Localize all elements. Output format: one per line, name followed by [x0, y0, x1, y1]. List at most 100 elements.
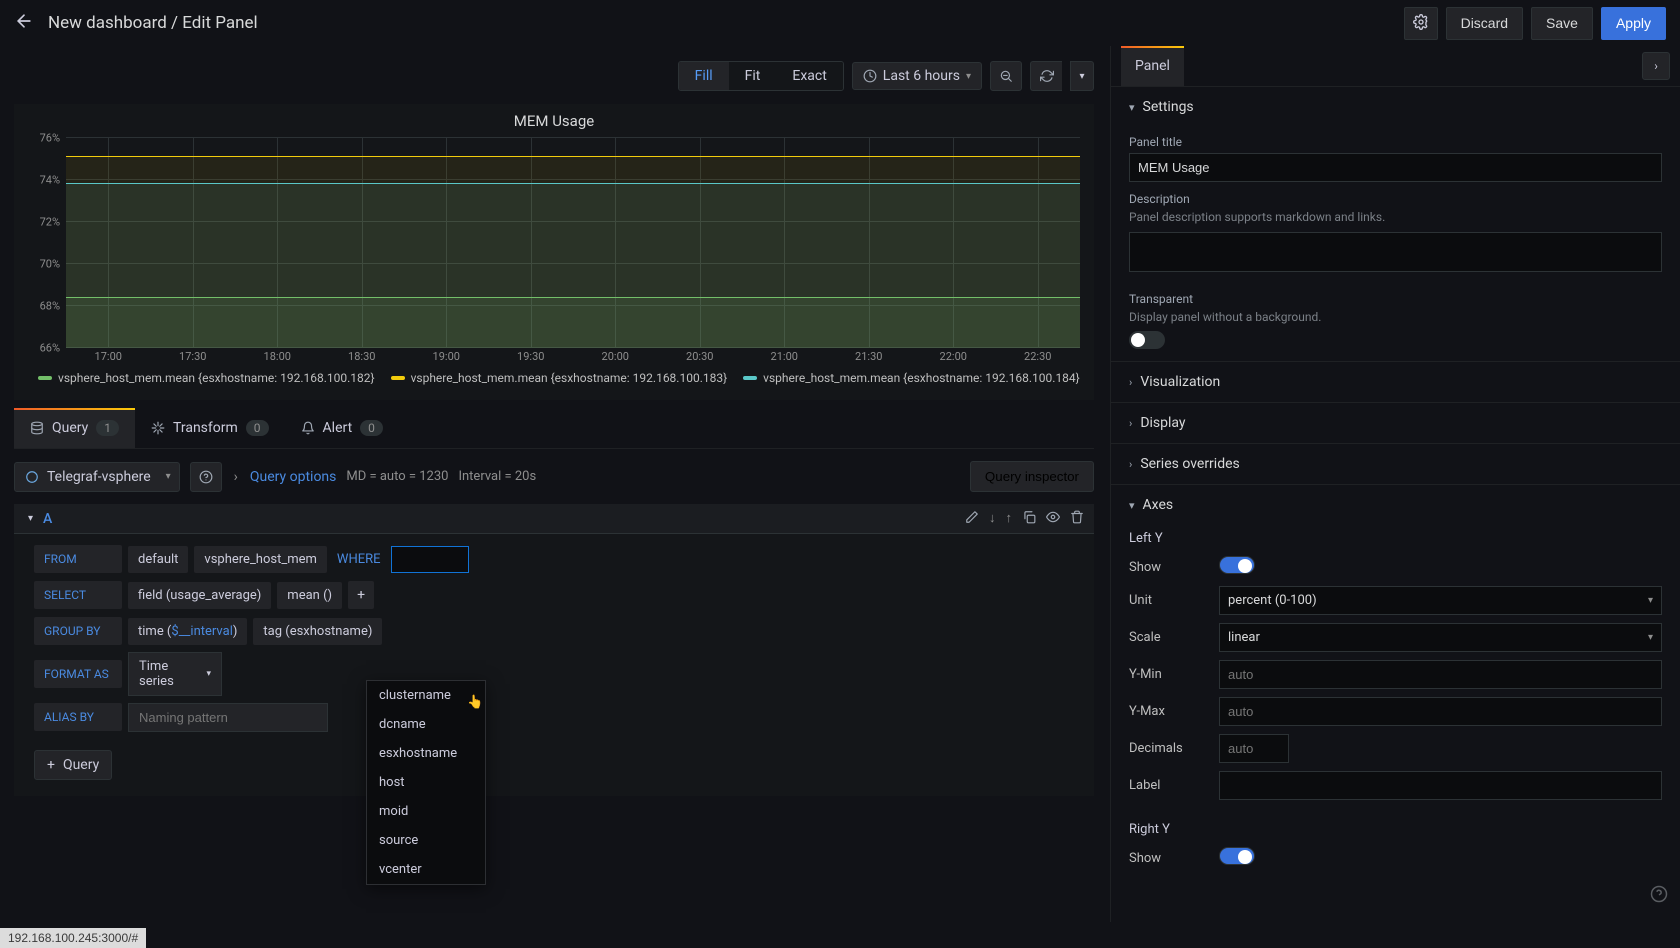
description-textarea[interactable]	[1129, 232, 1662, 272]
panel-tab-panel[interactable]: Panel	[1121, 46, 1184, 86]
query-letter: A	[43, 511, 52, 527]
dropdown-item-source[interactable]: source	[367, 826, 485, 855]
where-tag-input[interactable]	[391, 546, 469, 573]
section-series-overrides-head[interactable]: ›Series overrides	[1129, 456, 1662, 472]
top-right: Discard Save Apply	[1404, 7, 1666, 40]
left-y-show-toggle[interactable]	[1219, 556, 1255, 574]
section-axes-head[interactable]: ▾Axes	[1129, 497, 1662, 513]
decimals-label: Decimals	[1129, 741, 1209, 756]
right-panel: Panel › ▾Settings Panel title Descriptio…	[1110, 46, 1680, 922]
refresh-interval-dropdown[interactable]: ▾	[1070, 61, 1094, 91]
dropdown-item-dcname[interactable]: dcname	[367, 710, 485, 739]
query-row-actions: ↓ ↑	[965, 510, 1084, 528]
settings-gear-button[interactable]	[1404, 7, 1438, 40]
collapse-query-icon[interactable]: ▾	[28, 513, 33, 524]
ytick-70: 70%	[40, 258, 66, 271]
where-label: WHERE	[333, 546, 385, 573]
left-y-label-input[interactable]	[1219, 771, 1662, 800]
chart-area[interactable]: 66% 68% 70% 72% 74% 76%	[66, 138, 1080, 348]
move-down-icon[interactable]: ↓	[989, 510, 996, 528]
series-line-182	[66, 297, 1080, 298]
datasource-select[interactable]: Telegraf-vsphere	[14, 462, 180, 492]
series-line-184	[66, 183, 1080, 184]
time-range-picker[interactable]: Last 6 hours ▾	[852, 62, 982, 90]
unit-label: Unit	[1129, 593, 1209, 608]
aliasby-input[interactable]	[128, 703, 328, 732]
query-row-header[interactable]: ▾ A ↓ ↑	[14, 504, 1094, 534]
tab-alert[interactable]: Alert 0	[285, 410, 399, 448]
dropdown-item-moid[interactable]: moid	[367, 797, 485, 826]
show-label: Show	[1129, 560, 1209, 575]
panel-title-input[interactable]	[1129, 153, 1662, 182]
dropdown-item-vcenter[interactable]: vcenter	[367, 855, 485, 884]
select-line: SELECT field (usage_average) mean () +	[34, 580, 1084, 610]
seg-fill[interactable]: Fill	[679, 62, 729, 90]
legend-item-184[interactable]: vsphere_host_mem.mean {esxhostname: 192.…	[743, 371, 1080, 385]
ymax-label: Y-Max	[1129, 704, 1209, 719]
query-interval-info: Interval = 20s	[458, 469, 536, 484]
section-visualization-head[interactable]: ›Visualization	[1129, 374, 1662, 390]
right-scroll: ▾Settings Panel title Description Panel …	[1111, 87, 1680, 922]
right-y-show-toggle[interactable]	[1219, 847, 1255, 865]
select-add-button[interactable]: +	[348, 581, 374, 609]
formatas-select[interactable]: Time series▾	[128, 652, 222, 696]
move-up-icon[interactable]: ↑	[1006, 510, 1013, 528]
section-settings: ▾Settings Panel title Description Panel …	[1111, 87, 1680, 362]
collapse-side-panel-button[interactable]: ›	[1642, 52, 1670, 80]
select-mean-pill[interactable]: mean ()	[277, 582, 342, 609]
select-field-pill[interactable]: field (usage_average)	[128, 582, 271, 609]
description-label: Description	[1129, 192, 1662, 206]
panel-title-label: Panel title	[1129, 135, 1662, 149]
section-visualization: ›Visualization	[1111, 362, 1680, 403]
dropdown-item-clustername[interactable]: clustername	[367, 681, 485, 710]
dropdown-item-host[interactable]: host	[367, 768, 485, 797]
left-y-ymax-input[interactable]	[1219, 697, 1662, 726]
legend-item-182[interactable]: vsphere_host_mem.mean {esxhostname: 192.…	[38, 371, 375, 385]
zoom-out-button[interactable]	[990, 61, 1022, 91]
edit-query-icon[interactable]	[965, 510, 979, 528]
left-y-decimals-input[interactable]	[1219, 734, 1289, 763]
breadcrumb: New dashboard / Edit Panel	[48, 13, 258, 33]
left-y-unit-select[interactable]: percent (0-100)▾	[1219, 586, 1662, 615]
apply-button[interactable]: Apply	[1601, 7, 1666, 40]
toggle-visibility-icon[interactable]	[1046, 510, 1060, 528]
seg-exact[interactable]: Exact	[776, 62, 842, 90]
transparent-toggle[interactable]	[1129, 331, 1165, 349]
from-policy-pill[interactable]: default	[128, 546, 188, 573]
duplicate-query-icon[interactable]	[1022, 510, 1036, 528]
description-hint: Panel description supports markdown and …	[1129, 210, 1662, 226]
groupby-time-pill[interactable]: time ($__interval)	[128, 618, 247, 645]
groupby-tag-pill[interactable]: tag (esxhostname)	[253, 618, 382, 645]
refresh-button[interactable]	[1030, 61, 1062, 91]
legend: vsphere_host_mem.mean {esxhostname: 192.…	[38, 371, 1080, 385]
seg-fit[interactable]: Fit	[729, 62, 777, 90]
viewmode-segmented: Fill Fit Exact	[678, 61, 844, 91]
delete-query-icon[interactable]	[1070, 510, 1084, 528]
status-bar-url: 192.168.100.245:3000/#	[0, 928, 146, 948]
top-left: New dashboard / Edit Panel	[14, 11, 258, 36]
query-options-link[interactable]: Query options	[250, 469, 337, 485]
help-icon[interactable]	[1650, 885, 1668, 908]
dropdown-item-esxhostname[interactable]: esxhostname	[367, 739, 485, 768]
ytick-68: 68%	[40, 300, 66, 313]
preview-toolbar: Fill Fit Exact Last 6 hours ▾ ▾	[14, 56, 1110, 96]
tab-query[interactable]: Query 1	[14, 410, 135, 448]
back-icon[interactable]	[14, 11, 34, 36]
scale-label: Scale	[1129, 630, 1209, 645]
time-range-label: Last 6 hours	[883, 68, 960, 84]
right-y-show-label: Show	[1129, 851, 1209, 866]
left-y-scale-select[interactable]: linear▾	[1219, 623, 1662, 652]
save-button[interactable]: Save	[1531, 7, 1593, 40]
from-measurement-pill[interactable]: vsphere_host_mem	[194, 546, 327, 573]
transparent-label: Transparent	[1129, 292, 1662, 306]
discard-button[interactable]: Discard	[1446, 7, 1523, 40]
section-display-head[interactable]: ›Display	[1129, 415, 1662, 431]
ytick-66: 66%	[40, 342, 66, 355]
tab-transform[interactable]: Transform 0	[135, 410, 285, 448]
add-query-button[interactable]: +Query	[34, 750, 112, 780]
datasource-help-button[interactable]	[190, 462, 222, 492]
legend-item-183[interactable]: vsphere_host_mem.mean {esxhostname: 192.…	[391, 371, 728, 385]
left-y-ymin-input[interactable]	[1219, 660, 1662, 689]
section-settings-head[interactable]: ▾Settings	[1129, 99, 1662, 115]
query-inspector-button[interactable]: Query inspector	[970, 461, 1094, 492]
